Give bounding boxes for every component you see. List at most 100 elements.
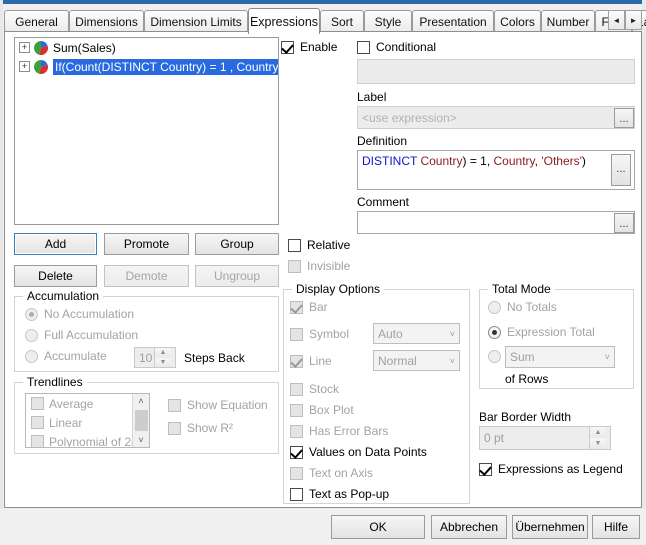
stepper-down-icon: ▼	[590, 438, 606, 449]
tab-scroll-left-button[interactable]: ◄	[608, 10, 625, 30]
stock-checkbox: Stock	[290, 382, 339, 396]
radio-dot	[492, 329, 497, 335]
window-right-edge	[642, 0, 646, 545]
label-browse-button[interactable]: ...	[614, 108, 634, 128]
enable-label: Enable	[300, 40, 338, 54]
checkbox-box	[168, 398, 181, 412]
chevron-down-icon: ˅	[604, 352, 610, 362]
radio-label: Full Accumulation	[44, 328, 139, 342]
tab-colors[interactable]: Colors	[494, 10, 541, 32]
trendlines-scrollbar[interactable]: ˄ ˅	[132, 394, 149, 447]
check-icon	[290, 300, 303, 314]
expressions-as-legend-checkbox[interactable]: Expressions as Legend	[479, 462, 623, 476]
radio-label: No Totals	[507, 300, 557, 314]
check-icon	[290, 445, 303, 459]
tab-general[interactable]: General	[4, 10, 69, 32]
trendlines-list[interactable]: Average Linear Polynomial of 2nd d Polyn…	[25, 393, 150, 448]
line-combo: Normal ˅	[373, 350, 460, 371]
trendlines-title: Trendlines	[23, 375, 87, 389]
group-button[interactable]: Group	[195, 233, 279, 255]
text-on-axis-checkbox: Text on Axis	[290, 466, 373, 480]
bar-border-width-caption: Bar Border Width	[479, 410, 572, 424]
radio-label: Expression Total	[507, 325, 595, 339]
delete-button[interactable]: Delete	[14, 265, 97, 287]
radio-button	[25, 349, 38, 363]
definition-token: Country	[493, 154, 535, 168]
stepper-buttons: ▲ ▼	[589, 427, 606, 449]
list-item[interactable]: Linear	[26, 413, 149, 432]
expression-list[interactable]: + Sum(Sales) + If(Count(DISTINCT Country…	[14, 37, 279, 225]
comment-input[interactable]	[357, 211, 635, 234]
radio-button	[25, 307, 38, 321]
chevron-right-icon: ►	[629, 15, 638, 25]
has-error-bars-checkbox: Has Error Bars	[290, 424, 388, 438]
comment-browse-button[interactable]: ...	[614, 213, 634, 233]
list-item[interactable]: + If(Count(DISTINCT Country) = 1 , Count…	[15, 57, 278, 76]
relative-checkbox[interactable]: Relative	[288, 238, 350, 252]
relative-label: Relative	[307, 238, 351, 252]
ok-button[interactable]: OK	[331, 515, 425, 539]
tab-dimension-limits[interactable]: Dimension Limits	[144, 10, 248, 32]
bar-border-width-value: 0 pt	[484, 431, 505, 445]
tab-label: Dimensions	[75, 14, 138, 29]
checkbox-box	[288, 238, 301, 252]
list-item[interactable]: Average	[26, 394, 149, 413]
list-item[interactable]: + Sum(Sales)	[15, 38, 278, 57]
has-error-bars-label: Has Error Bars	[309, 424, 389, 438]
checkbox-box	[290, 487, 303, 501]
values-on-data-points-label: Values on Data Points	[309, 445, 427, 459]
promote-button[interactable]: Promote	[104, 233, 189, 255]
definition-token: Country	[420, 154, 463, 168]
check-icon	[290, 354, 303, 368]
tab-style[interactable]: Style	[364, 10, 412, 32]
expression-text: If(Count(DISTINCT Country) = 1 , Country…	[53, 58, 278, 75]
expand-icon[interactable]: +	[19, 42, 30, 53]
scrollbar-thumb[interactable]	[134, 410, 148, 431]
label-input: <use expression>	[357, 106, 635, 129]
apply-button[interactable]: Übernehmen	[512, 515, 588, 539]
scroll-down-icon[interactable]: ˅	[133, 433, 149, 447]
button-label: Hilfe	[603, 520, 628, 534]
tab-number[interactable]: Number	[541, 10, 595, 32]
text-as-popup-checkbox[interactable]: Text as Pop-up	[290, 487, 389, 501]
radio-button	[488, 350, 501, 363]
enable-checkbox[interactable]: Enable	[281, 40, 337, 54]
radio-button	[25, 328, 38, 342]
scroll-up-icon[interactable]: ˄	[133, 394, 149, 408]
tab-sort[interactable]: Sort	[320, 10, 364, 32]
checkbox-box	[290, 382, 303, 396]
checkbox-box	[479, 462, 492, 476]
checkbox-box	[290, 300, 303, 314]
expressions-as-legend-label: Expressions as Legend	[498, 462, 623, 476]
symbol-combo: Auto ˅	[373, 323, 460, 344]
ellipsis-icon: ...	[616, 163, 626, 175]
checkbox-box	[288, 259, 301, 273]
definition-input[interactable]: DISTINCT Country) = 1, Country, 'Others'…	[357, 150, 635, 190]
show-r2-label: Show R²	[187, 421, 234, 435]
list-item[interactable]: Polynomial of 2nd d	[26, 432, 149, 447]
radio-no-totals: No Totals	[488, 300, 557, 314]
add-button[interactable]: Add	[14, 233, 97, 255]
values-on-data-points-checkbox[interactable]: Values on Data Points	[290, 445, 427, 459]
box-plot-checkbox: Box Plot	[290, 403, 354, 417]
trendline-label: Average	[49, 396, 94, 411]
button-label: Delete	[38, 269, 73, 283]
tab-dimensions[interactable]: Dimensions	[69, 10, 144, 32]
definition-token: )	[581, 154, 586, 168]
chevron-down-icon: ˅	[449, 355, 455, 366]
expand-icon[interactable]: +	[19, 61, 30, 72]
conditional-checkbox[interactable]: Conditional	[357, 40, 436, 54]
ellipsis-icon: ...	[619, 113, 629, 125]
definition-browse-button[interactable]: ...	[611, 154, 631, 186]
definition-value: DISTINCT Country) = 1, Country, 'Others'…	[362, 154, 586, 168]
radio-label: Accumulate	[44, 349, 107, 363]
help-button[interactable]: Hilfe	[592, 515, 640, 539]
tab-presentation[interactable]: Presentation	[412, 10, 494, 32]
tab-expressions[interactable]: Expressions	[248, 8, 320, 34]
cancel-button[interactable]: Abbrechen	[431, 515, 507, 539]
expression-properties-dialog: General Dimensions Dimension Limits Expr…	[0, 0, 646, 545]
tab-scroll-right-button[interactable]: ►	[625, 10, 642, 30]
bar-label: Bar	[309, 300, 328, 314]
line-label: Line	[309, 354, 332, 368]
show-equation-label: Show Equation	[187, 398, 268, 412]
